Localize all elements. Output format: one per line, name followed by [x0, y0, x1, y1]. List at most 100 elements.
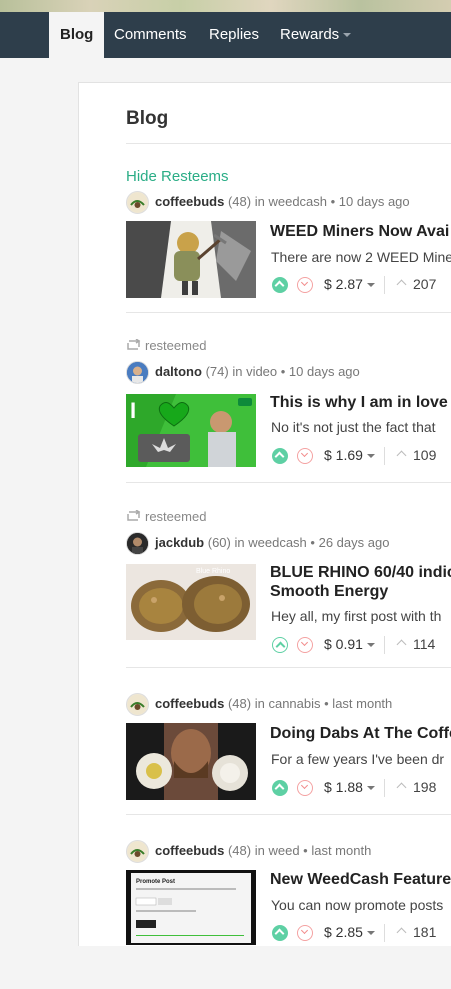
- post-time[interactable]: • 10 days ago: [281, 364, 360, 379]
- divider: [126, 143, 451, 144]
- tab-replies[interactable]: Replies: [209, 12, 259, 58]
- post-author-line: daltono (74) in video • 10 days ago: [126, 360, 360, 385]
- post-category[interactable]: weedcash: [268, 194, 327, 209]
- post-summary[interactable]: No it's not just the fact that: [271, 419, 451, 435]
- vote-count[interactable]: 181: [396, 924, 437, 940]
- author-name[interactable]: daltono: [155, 364, 202, 379]
- post-item: coffeebuds (48) in weed • last month Pro…: [126, 839, 451, 989]
- chevron-down-icon: [366, 454, 375, 459]
- svg-text:I: I: [130, 398, 136, 423]
- hide-resteems-link[interactable]: Hide Resteems: [126, 168, 229, 185]
- payout-value[interactable]: $ 1.88: [324, 779, 375, 795]
- post-category[interactable]: weedcash: [248, 535, 307, 550]
- downvote-icon[interactable]: [297, 925, 313, 941]
- payout-value[interactable]: $ 2.87: [324, 276, 375, 292]
- author-reputation: (48): [227, 696, 252, 711]
- post-time[interactable]: • last month: [324, 696, 392, 711]
- chevron-down-icon: [366, 643, 375, 648]
- chevron-up-icon: [396, 639, 407, 650]
- user-nav-bar: Blog Comments Replies Rewards: [0, 12, 451, 58]
- vote-count-value: 114: [413, 636, 436, 652]
- downvote-icon[interactable]: [297, 637, 313, 653]
- payout-value[interactable]: $ 1.69: [324, 447, 375, 463]
- post-summary[interactable]: You can now promote posts: [271, 897, 451, 913]
- post-time[interactable]: • 26 days ago: [310, 535, 389, 550]
- divider: [126, 482, 451, 483]
- payout-amount: $ 2.85: [324, 924, 363, 940]
- author-name[interactable]: coffeebuds: [155, 194, 224, 209]
- author-name[interactable]: coffeebuds: [155, 843, 224, 858]
- post-author-line: coffeebuds (48) in cannabis • last month: [126, 692, 392, 717]
- page-title: Blog: [126, 108, 169, 129]
- post-author-line: jackdub (60) in weedcash • 26 days ago: [126, 531, 389, 556]
- upvote-icon[interactable]: [272, 277, 288, 293]
- author-name[interactable]: coffeebuds: [155, 696, 224, 711]
- avatar[interactable]: [126, 840, 149, 864]
- thumbnail-caption: Blue Rhino: [196, 568, 230, 575]
- upvote-icon[interactable]: [272, 448, 288, 464]
- resteemed-indicator: resteemed: [126, 509, 206, 524]
- vote-count[interactable]: 198: [396, 779, 436, 795]
- resteemed-label: resteemed: [145, 509, 207, 524]
- payout-amount: $ 1.88: [324, 779, 363, 795]
- downvote-icon[interactable]: [297, 780, 313, 796]
- post-item: resteemed daltono (74) in video • 10 day…: [126, 338, 451, 488]
- post-title[interactable]: Doing Dabs At The Coffe: [270, 724, 451, 743]
- resteem-icon: [127, 510, 141, 521]
- post-title[interactable]: New WeedCash Feature: [270, 870, 451, 889]
- tab-blog[interactable]: Blog: [49, 12, 105, 58]
- post-thumbnail[interactable]: Promote Post: [126, 870, 256, 945]
- payout-value[interactable]: $ 2.85: [324, 924, 375, 940]
- post-title[interactable]: WEED Miners Now Avai: [270, 222, 451, 241]
- downvote-icon[interactable]: [297, 448, 313, 464]
- post-thumbnail[interactable]: [126, 723, 256, 800]
- divider: [384, 276, 385, 294]
- payout-amount: $ 0.91: [324, 636, 363, 652]
- post-item: coffeebuds (48) in weedcash • 10 days ag…: [126, 190, 451, 340]
- in-label: in: [254, 843, 265, 858]
- chevron-up-icon: [396, 450, 407, 461]
- upvote-icon[interactable]: [272, 925, 288, 941]
- chevron-down-icon: [343, 33, 352, 38]
- header-banner: [0, 0, 451, 12]
- in-label: in: [232, 364, 243, 379]
- post-thumbnail[interactable]: [126, 221, 256, 298]
- avatar[interactable]: [126, 361, 149, 385]
- post-item: resteemed jackdub (60) in weedcash • 26 …: [126, 509, 451, 659]
- upvote-icon[interactable]: [272, 780, 288, 796]
- divider: [384, 924, 385, 942]
- tab-rewards[interactable]: Rewards: [280, 12, 352, 58]
- author-reputation: (48): [227, 843, 252, 858]
- tab-comments[interactable]: Comments: [114, 12, 187, 58]
- post-category[interactable]: cannabis: [268, 696, 320, 711]
- divider: [126, 312, 451, 313]
- upvote-icon[interactable]: [272, 637, 288, 653]
- post-author-line: coffeebuds (48) in weedcash • 10 days ag…: [126, 190, 410, 215]
- post-category[interactable]: video: [246, 364, 277, 379]
- chevron-down-icon: [366, 786, 375, 791]
- post-title[interactable]: BLUE RHINO 60/40 indic Smooth Energy: [270, 563, 451, 601]
- avatar[interactable]: [126, 532, 149, 556]
- downvote-icon[interactable]: [297, 277, 313, 293]
- author-reputation: (74): [205, 364, 229, 379]
- post-category[interactable]: weed: [268, 843, 299, 858]
- post-summary[interactable]: There are now 2 WEED Mine: [271, 249, 451, 265]
- vote-count-value: 181: [413, 924, 437, 940]
- post-time[interactable]: • 10 days ago: [331, 194, 410, 209]
- post-summary[interactable]: For a few years I've been dr: [271, 751, 451, 767]
- vote-count[interactable]: 109: [396, 447, 436, 463]
- post-summary[interactable]: Hey all, my first post with th: [271, 608, 451, 624]
- post-thumbnail[interactable]: Blue Rhino: [126, 564, 256, 641]
- author-name[interactable]: jackdub: [155, 535, 204, 550]
- post-thumbnail[interactable]: I: [126, 394, 256, 471]
- avatar[interactable]: [126, 693, 149, 717]
- vote-count[interactable]: 114: [396, 636, 436, 652]
- post-title[interactable]: This is why I am in love: [270, 393, 451, 412]
- avatar[interactable]: [126, 191, 149, 215]
- resteemed-indicator: resteemed: [126, 338, 206, 353]
- payout-value[interactable]: $ 0.91: [324, 636, 375, 652]
- vote-count[interactable]: 207: [396, 276, 436, 292]
- resteem-icon: [127, 339, 141, 350]
- post-author-line: coffeebuds (48) in weed • last month: [126, 839, 371, 864]
- post-time[interactable]: • last month: [303, 843, 371, 858]
